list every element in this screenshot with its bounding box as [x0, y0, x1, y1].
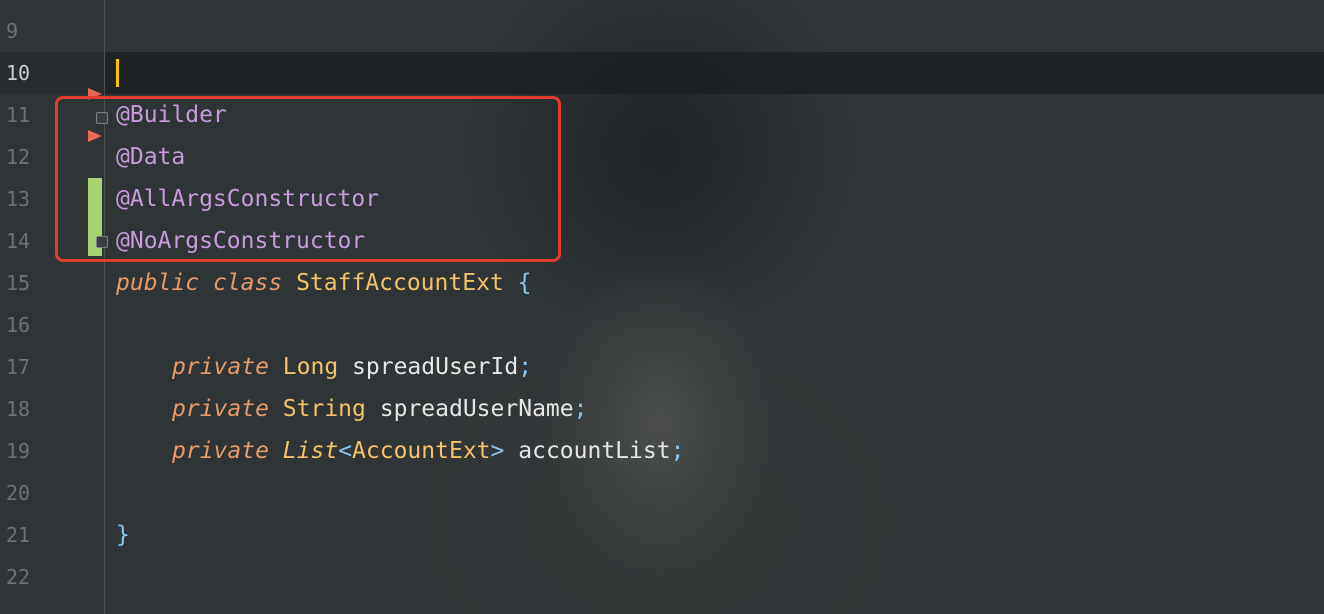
field-modifier: private — [172, 438, 269, 464]
field-type: List — [282, 438, 339, 464]
keyword-public: public — [116, 270, 200, 296]
class-declaration[interactable]: public class StaffAccountExt { — [116, 262, 532, 304]
annotation-highlight-box — [55, 96, 561, 262]
line-number: 17 — [6, 355, 31, 379]
line-number: 11 — [6, 103, 31, 127]
keyword-class: class — [212, 270, 283, 296]
line-number: 19 — [6, 439, 31, 463]
close-brace: } — [116, 522, 130, 548]
field-type: Long — [282, 354, 339, 380]
line-number: 14 — [6, 229, 31, 253]
field-declaration[interactable]: private String spreadUserName; — [172, 388, 587, 430]
open-brace: { — [517, 270, 532, 296]
line-number: 16 — [6, 313, 31, 337]
line-number: 12 — [6, 145, 31, 169]
line-number: 13 — [6, 187, 31, 211]
field-modifier: private — [172, 396, 269, 422]
field-type: String — [282, 396, 366, 422]
field-modifier: private — [172, 354, 269, 380]
current-line-highlight — [0, 52, 1324, 94]
line-number: 9 — [6, 19, 19, 43]
generic-open: < — [338, 438, 353, 464]
line-number: 22 — [6, 565, 31, 589]
line-number: 15 — [6, 271, 31, 295]
gutter-divider — [104, 0, 105, 614]
line-number: 21 — [6, 523, 31, 547]
class-name: StaffAccountExt — [296, 270, 504, 296]
line-number-current: 10 — [6, 61, 31, 85]
semicolon: ; — [670, 438, 685, 464]
semicolon: ; — [573, 396, 588, 422]
generic-close: > — [490, 438, 505, 464]
semicolon: ; — [518, 354, 533, 380]
field-name: spreadUserName — [379, 396, 574, 422]
text-caret — [116, 59, 119, 87]
field-name: accountList — [518, 438, 671, 464]
line-number: 20 — [6, 481, 31, 505]
field-declaration[interactable]: private List<AccountExt> accountList; — [172, 430, 684, 472]
line-number: 18 — [6, 397, 31, 421]
field-name: spreadUserId — [352, 354, 519, 380]
generic-type-arg: AccountExt — [352, 438, 491, 464]
closing-brace-line[interactable]: } — [116, 514, 130, 556]
field-declaration[interactable]: private Long spreadUserId; — [172, 346, 532, 388]
